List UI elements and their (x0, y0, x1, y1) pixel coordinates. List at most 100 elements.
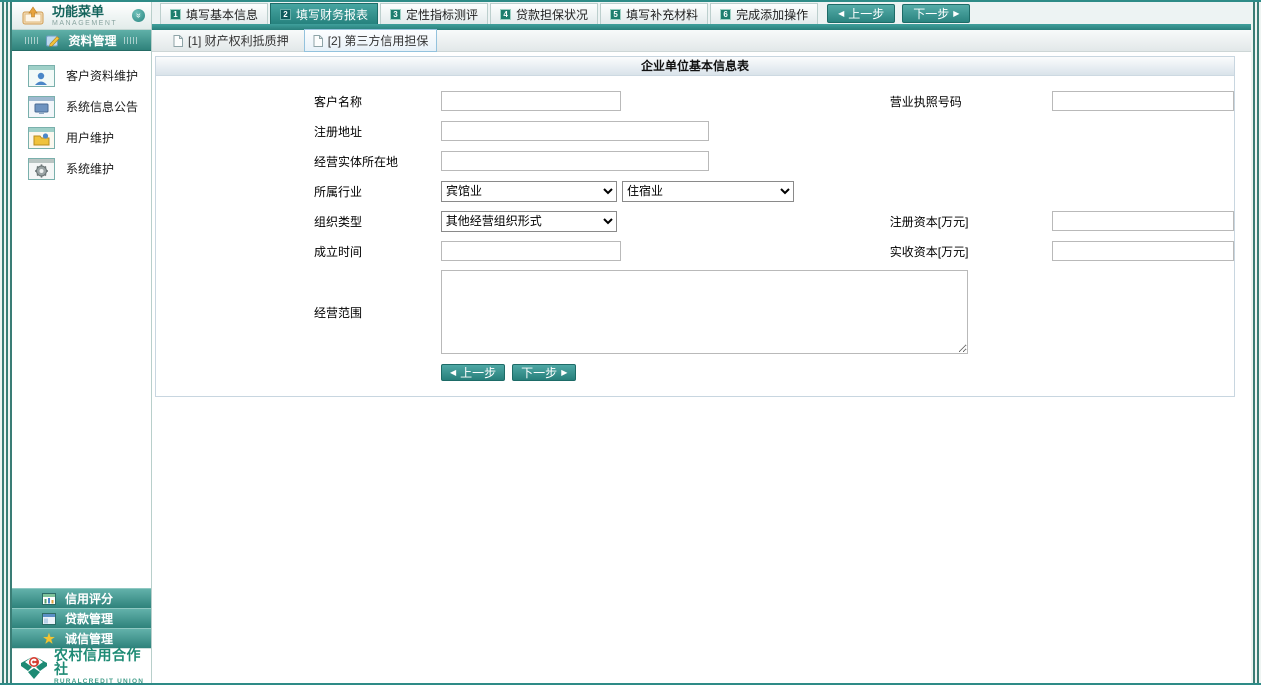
tab-number-icon: 5 (610, 9, 621, 20)
sidebar-item-customer-data[interactable]: 客户资料维护 (12, 60, 151, 91)
left-arrow-icon: ◀ (838, 9, 844, 18)
tab-number-icon: 1 (170, 9, 181, 20)
next-step-button-top[interactable]: 下一步 ▶ (902, 4, 970, 23)
form-row: 所属行业 宾馆业 住宿业 (156, 176, 1234, 206)
tab-number-icon: 3 (390, 9, 401, 20)
sidebar-title: 功能菜单 (52, 5, 132, 18)
org-type-label: 组织类型 (314, 213, 441, 230)
main-area: 1 填写基本信息 2 填写财务报表 3 定性指标测评 4 贷款担保状况 5 填写… (152, 2, 1251, 683)
sidebar-section-label: 资料管理 (68, 32, 116, 49)
sidebar-item-system-maintenance[interactable]: 系统维护 (12, 153, 151, 184)
founded-date-label: 成立时间 (314, 243, 441, 260)
form-row: 组织类型 其他经营组织形式 注册资本[万元] (156, 206, 1234, 236)
sidebar-item-label: 系统信息公告 (66, 98, 138, 115)
tick-decoration (124, 37, 138, 44)
tab-number-icon: 4 (500, 9, 511, 20)
entity-location-label: 经营实体所在地 (314, 153, 441, 170)
chevron-down-icon: » (132, 13, 145, 18)
customer-name-input[interactable] (441, 91, 621, 111)
customer-name-label: 客户名称 (314, 93, 441, 110)
org-type-select[interactable]: 其他经营组织形式 (441, 211, 617, 232)
tab-label: 填写补充材料 (626, 6, 698, 23)
user-folder-window-icon (28, 127, 55, 149)
form-row: 经营范围 (156, 266, 1234, 358)
sidebar-section-loan-management[interactable]: 贷款管理 (12, 608, 151, 628)
rural-credit-union-logo-icon (19, 653, 49, 680)
sidebar-section-data-management[interactable]: 资料管理 (12, 30, 151, 51)
subtab-label: [2] 第三方信用担保 (328, 32, 429, 49)
form-row: 注册地址 (156, 116, 1234, 146)
paid-capital-input[interactable] (1052, 241, 1234, 261)
enterprise-info-panel: 企业单位基本信息表 客户名称 营业执照号码 注册地址 经营实体所在地 (155, 56, 1235, 397)
content-area: 企业单位基本信息表 客户名称 营业执照号码 注册地址 经营实体所在地 (152, 52, 1251, 683)
sidebar-item-label: 客户资料维护 (66, 67, 138, 84)
tab-label: 填写财务报表 (296, 6, 368, 23)
tab-qualitative-assessment[interactable]: 3 定性指标测评 (380, 3, 488, 24)
business-scope-textarea[interactable] (441, 270, 968, 354)
form-title: 企业单位基本信息表 (156, 57, 1234, 76)
tab-financial-statements[interactable]: 2 填写财务报表 (270, 3, 378, 24)
reg-capital-input[interactable] (1052, 211, 1234, 231)
customer-window-icon (28, 65, 55, 87)
tab-label: 完成添加操作 (736, 6, 808, 23)
tab-basic-info[interactable]: 1 填写基本信息 (160, 3, 268, 24)
sidebar-section-integrity-management[interactable]: ★ 诚信管理 (12, 628, 151, 648)
sidebar-item-system-announcements[interactable]: 系统信息公告 (12, 91, 151, 122)
form-row: 经营实体所在地 (156, 146, 1234, 176)
sidebar-bar-label: 贷款管理 (65, 610, 113, 627)
sidebar-subtitle: MANAGEMENT (52, 20, 132, 27)
credit-score-chart-icon (42, 593, 56, 605)
industry-subcategory-select[interactable]: 住宿业 (622, 181, 794, 202)
reg-address-label: 注册地址 (314, 123, 441, 140)
gear-window-icon (28, 158, 55, 180)
founded-date-input[interactable] (441, 241, 621, 261)
right-frame-decoration (1251, 2, 1261, 683)
application-window: 功能菜单 MANAGEMENT » 资料管理 客户资料维 (0, 0, 1261, 685)
paid-capital-label: 实收资本[万元] (890, 243, 1053, 260)
tab-label: 填写基本信息 (186, 6, 258, 23)
sidebar-menu: 客户资料维护 系统信息公告 用户维护 (12, 51, 151, 588)
form-row: 成立时间 实收资本[万元] (156, 236, 1234, 266)
right-arrow-icon: ▶ (953, 9, 959, 18)
entity-location-input[interactable] (441, 151, 709, 171)
tab-loan-guarantee-status[interactable]: 4 贷款担保状况 (490, 3, 598, 24)
loan-window-icon (42, 613, 56, 625)
tick-decoration (25, 37, 39, 44)
license-no-label: 营业执照号码 (890, 93, 1053, 110)
prev-step-button-form[interactable]: ◀ 上一步 (441, 364, 505, 381)
reg-capital-label: 注册资本[万元] (890, 213, 1053, 230)
subtab-label: [1] 财产权利抵质押 (188, 32, 289, 49)
subtab-property-pledge[interactable]: [1] 财产权利抵质押 (164, 29, 298, 52)
industry-category-select[interactable]: 宾馆业 (441, 181, 617, 202)
tab-number-icon: 6 (720, 9, 731, 20)
brand-subtitle: RURALCREDIT UNION (54, 678, 151, 685)
prev-step-label: 上一步 (460, 364, 496, 381)
tab-complete-add-operation[interactable]: 6 完成添加操作 (710, 3, 818, 24)
next-step-label: 下一步 (521, 364, 557, 381)
left-frame-decoration (0, 2, 12, 683)
subtab-third-party-guarantee[interactable]: [2] 第三方信用担保 (304, 29, 438, 52)
star-icon: ★ (42, 633, 56, 645)
form-buttons-row: ◀ 上一步 下一步 ▶ (156, 358, 1234, 386)
brand-name: 农村信用合作社 (54, 648, 151, 676)
subtabbar: [1] 财产权利抵质押 [2] 第三方信用担保 (152, 30, 1251, 52)
prev-step-button-top[interactable]: ◀ 上一步 (827, 4, 895, 23)
collapse-menu-button[interactable]: » (132, 9, 145, 22)
prev-step-label: 上一步 (848, 5, 884, 22)
sidebar-bar-label: 诚信管理 (65, 630, 113, 647)
right-arrow-icon: ▶ (561, 368, 567, 377)
sidebar-section-credit-scoring[interactable]: 信用评分 (12, 588, 151, 608)
sidebar-item-label: 系统维护 (66, 160, 114, 177)
brand-footer: 农村信用合作社 RURALCREDIT UNION (12, 648, 151, 683)
document-icon (173, 35, 183, 47)
reg-address-input[interactable] (441, 121, 709, 141)
form-body: 客户名称 营业执照号码 注册地址 经营实体所在地 所属行业 (156, 76, 1234, 396)
next-step-button-form[interactable]: 下一步 ▶ (512, 364, 576, 381)
next-step-label: 下一步 (913, 5, 949, 22)
wizard-tabbar: 1 填写基本信息 2 填写财务报表 3 定性指标测评 4 贷款担保状况 5 填写… (152, 2, 1251, 24)
sidebar-item-user-maintenance[interactable]: 用户维护 (12, 122, 151, 153)
tab-supplementary-materials[interactable]: 5 填写补充材料 (600, 3, 708, 24)
license-no-input[interactable] (1052, 91, 1234, 111)
document-icon (313, 35, 323, 47)
edit-pencil-icon (46, 34, 61, 47)
